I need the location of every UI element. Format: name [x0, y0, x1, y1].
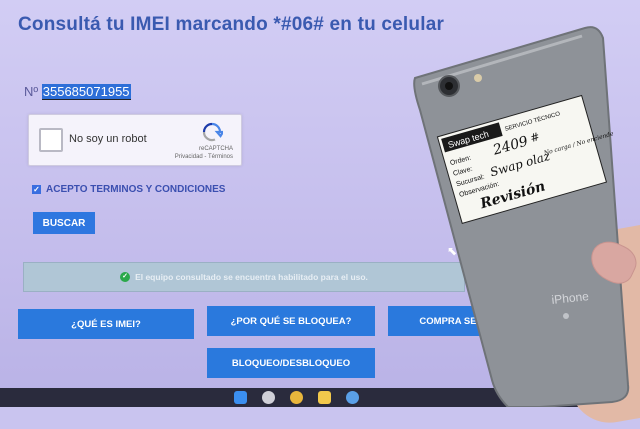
flash-icon [474, 74, 482, 82]
iphone-back: Swap tech SERVICIO TÉCNICO Orden: Clave:… [413, 26, 630, 407]
phone-photo: Swap tech SERVICIO TÉCNICO Orden: Clave:… [413, 26, 630, 407]
